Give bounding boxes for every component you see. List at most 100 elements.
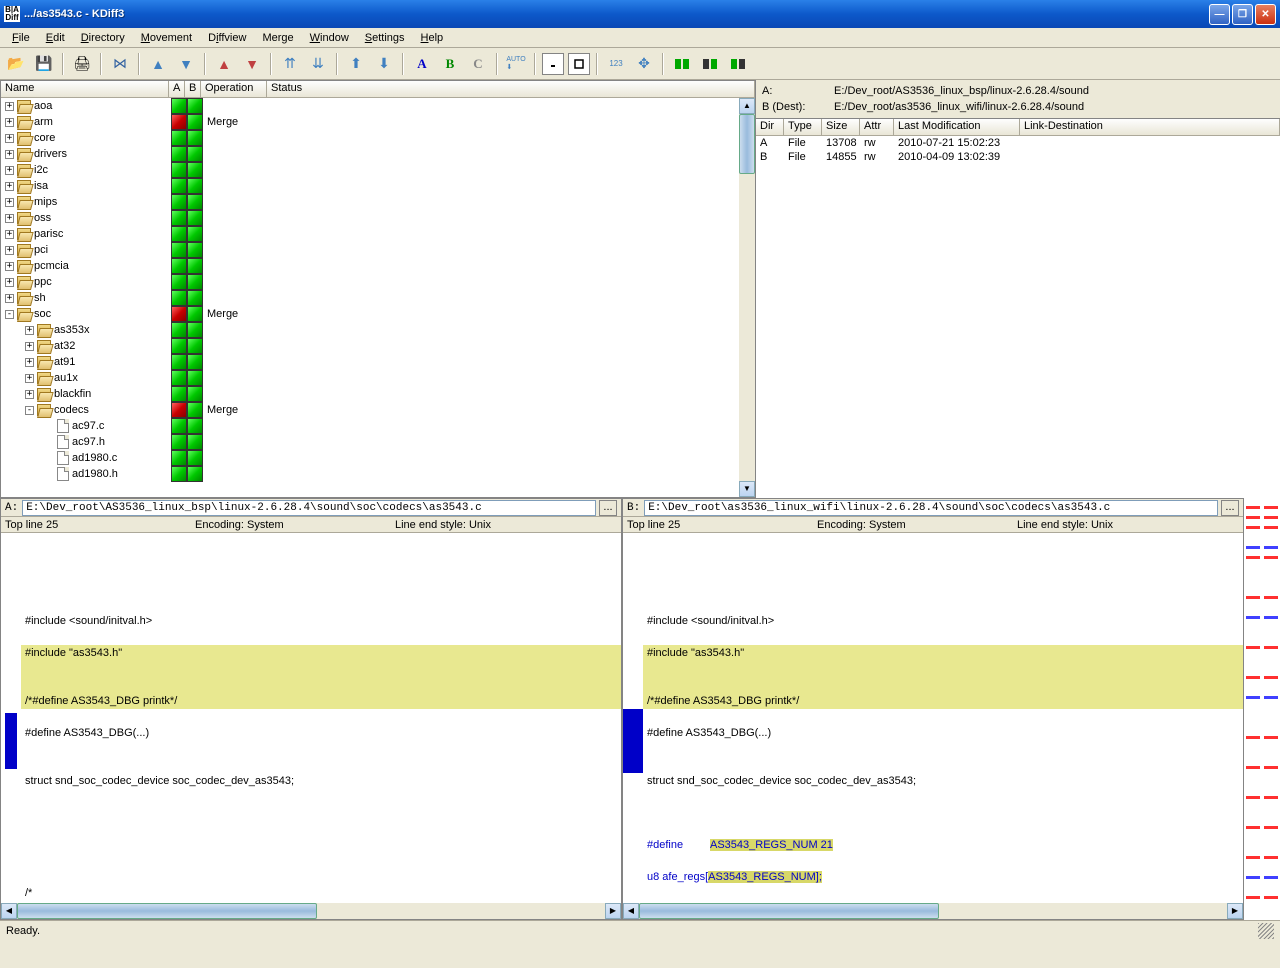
open-icon[interactable]: 📂 [4,52,28,76]
scroll-up-icon[interactable]: ▲ [739,98,755,114]
up-icon[interactable]: ⬆ [344,52,368,76]
diff-b-path-input[interactable] [644,500,1218,516]
ftcol-type[interactable]: Type [784,119,822,135]
split-1-icon[interactable] [670,52,694,76]
tree-row[interactable]: ac97.h [1,434,755,450]
next-conflict-icon[interactable]: ▼ [240,52,264,76]
col-status[interactable]: Status [267,81,755,97]
menu-help[interactable]: Help [413,30,452,46]
expander-icon[interactable]: + [25,374,34,383]
expander-icon[interactable]: - [25,406,34,415]
expander-icon[interactable]: + [5,246,14,255]
line-numbers-icon[interactable]: 123 [604,52,628,76]
tree-scrollbar[interactable]: ▲ ▼ [739,98,755,497]
tree-row[interactable]: +pcmcia [1,258,755,274]
double-down-icon[interactable]: ⇊ [306,52,330,76]
expander-icon[interactable]: + [25,390,34,399]
menu-file[interactable]: File [4,30,38,46]
scroll-down-icon[interactable]: ▼ [739,481,755,497]
prev-diff-icon[interactable]: ▲ [146,52,170,76]
scroll-left-icon[interactable]: ◀ [623,903,639,919]
expander-icon[interactable]: + [5,118,14,127]
browse-button[interactable]: ... [1221,500,1239,516]
expander-icon[interactable]: + [5,182,14,191]
diff-a-hscroll[interactable]: ◀ ▶ [1,903,621,919]
save-icon[interactable]: 💾 [32,52,56,76]
diff-a-path-input[interactable] [22,500,596,516]
tree-row[interactable]: +aoa [1,98,755,114]
next-diff-icon[interactable]: ▼ [174,52,198,76]
tree-row[interactable]: +pci [1,242,755,258]
scroll-left-icon[interactable]: ◀ [1,903,17,919]
expander-icon[interactable]: + [5,294,14,303]
tree-row[interactable]: +blackfin [1,386,755,402]
scroll-track[interactable] [639,903,1227,919]
merge-c-button[interactable]: C [466,52,490,76]
resize-grip-icon[interactable] [1258,923,1274,939]
scroll-thumb[interactable] [639,903,939,919]
expander-icon[interactable]: + [5,214,14,223]
merge-a-button[interactable]: A [410,52,434,76]
tree-row[interactable]: +ppc [1,274,755,290]
tree-row[interactable]: ac97.c [1,418,755,434]
maximize-button[interactable]: ❐ [1232,4,1253,25]
scroll-track[interactable] [17,903,605,919]
tree-row[interactable]: ad1980.h [1,466,755,482]
menu-settings[interactable]: Settings [357,30,413,46]
ftcol-mod[interactable]: Last Modification [894,119,1020,135]
tree-row[interactable]: -codecsMerge [1,402,755,418]
close-button[interactable]: ✕ [1255,4,1276,25]
tree-row[interactable]: -socMerge [1,306,755,322]
expander-icon[interactable]: + [5,278,14,287]
merge-b-button[interactable]: B [438,52,462,76]
menu-diffview[interactable]: Diffview [200,30,254,46]
ftcol-dir[interactable]: Dir [756,119,784,135]
expander-icon[interactable]: + [5,150,14,159]
tree-row[interactable]: +mips [1,194,755,210]
col-operation[interactable]: Operation [201,81,267,97]
expander-icon[interactable]: + [25,358,34,367]
ftcol-attr[interactable]: Attr [860,119,894,135]
expander-icon[interactable]: + [5,230,14,239]
minimize-button[interactable]: — [1209,4,1230,25]
col-name[interactable]: Name [1,81,169,97]
tree-row[interactable]: +drivers [1,146,755,162]
diff-overview[interactable] [1244,498,1280,920]
tree-body[interactable]: +aoa+armMerge+core+drivers+i2c+isa+mips+… [1,98,755,497]
expander-icon[interactable]: + [5,134,14,143]
expander-icon[interactable]: + [5,102,14,111]
directions-icon[interactable]: ✥ [632,52,656,76]
scroll-thumb[interactable] [739,114,755,174]
print-icon[interactable]: 🖨 [70,52,94,76]
diff-b-code[interactable]: #include <sound/initval.h> #include "as3… [623,533,1243,903]
scroll-right-icon[interactable]: ▶ [1227,903,1243,919]
tree-row[interactable]: +sh [1,290,755,306]
view-a-button[interactable] [542,53,564,75]
auto-merge-icon[interactable]: AUTO⬇ [504,52,528,76]
reload-icon[interactable]: ⋈ [108,52,132,76]
tree-row[interactable]: ad1980.c [1,450,755,466]
col-b[interactable]: B [185,81,201,97]
menu-movement[interactable]: Movement [133,30,200,46]
tree-row[interactable]: +i2c [1,162,755,178]
down-icon[interactable]: ⬇ [372,52,396,76]
tree-row[interactable]: +isa [1,178,755,194]
ftcol-size[interactable]: Size [822,119,860,135]
tree-row[interactable]: +parisc [1,226,755,242]
expander-icon[interactable]: + [5,166,14,175]
tree-row[interactable]: +at91 [1,354,755,370]
expander-icon[interactable]: + [5,262,14,271]
double-up-icon[interactable]: ⇈ [278,52,302,76]
split-3-icon[interactable] [726,52,750,76]
tree-row[interactable]: +core [1,130,755,146]
tree-row[interactable]: +as353x [1,322,755,338]
expander-icon[interactable]: + [25,326,34,335]
menu-window[interactable]: Window [302,30,357,46]
scroll-right-icon[interactable]: ▶ [605,903,621,919]
split-2-icon[interactable] [698,52,722,76]
menu-directory[interactable]: Directory [73,30,133,46]
file-row[interactable]: BFile14855rw2010-04-09 13:02:39 [756,150,1280,164]
expander-icon[interactable]: - [5,310,14,319]
tree-row[interactable]: +au1x [1,370,755,386]
browse-button[interactable]: ... [599,500,617,516]
